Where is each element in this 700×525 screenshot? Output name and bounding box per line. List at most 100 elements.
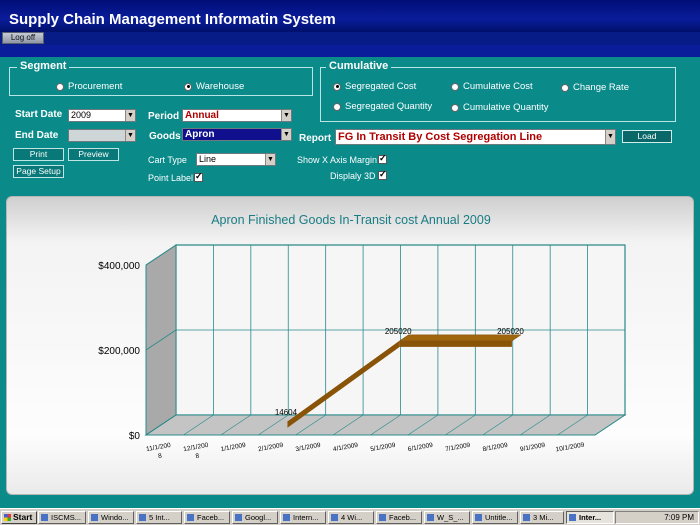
- display-3d-checkbox[interactable]: [378, 169, 387, 180]
- page-setup-button[interactable]: Page Setup: [13, 165, 64, 178]
- segment-legend: Segment: [17, 60, 70, 72]
- goods-select[interactable]: Apron ▼: [182, 128, 292, 141]
- x-tick-label: 4/1/2009: [332, 442, 359, 453]
- radio-label: Segregated Quantity: [345, 101, 433, 112]
- chart-x-tick-labels: 11/1/2008 12/1/2008 1/1/2009 2/1/2009 3/1/20…: [146, 441, 586, 461]
- cart-type-select[interactable]: Line ▼: [196, 153, 276, 166]
- radio-cumulative-cost[interactable]: Cumulative Cost: [451, 81, 533, 92]
- data-label: 14604: [275, 408, 298, 417]
- report-label: Report: [299, 133, 332, 144]
- start-date-select[interactable]: 2009 ▼: [68, 109, 136, 122]
- x-tick-label: 7/1/2009: [445, 442, 472, 453]
- x-tick-label-line: 9/1/2009: [520, 442, 547, 453]
- radio-change-rate[interactable]: Change Rate: [561, 82, 629, 93]
- controls-panel: Segment Procurement Warehouse Cumulative…: [0, 57, 700, 188]
- x-tick-label: 12/1/2008: [183, 442, 210, 461]
- radio-procurement[interactable]: Procurement: [56, 81, 122, 92]
- radio-segregated-cost[interactable]: Segregated Cost: [333, 81, 416, 92]
- x-tick-label: 6/1/2009: [407, 442, 434, 453]
- radio-label: Cumulative Cost: [463, 81, 533, 92]
- radio-warehouse[interactable]: Warehouse: [184, 81, 244, 92]
- taskbar-item[interactable]: 4 Wi...: [328, 511, 374, 524]
- display-3d-label: Displaly 3D: [330, 171, 376, 181]
- y-tick-label: $200,000: [98, 346, 140, 357]
- taskbar-item[interactable]: ISCMS...: [38, 511, 86, 524]
- x-tick-label-line: 8: [195, 453, 200, 461]
- chevron-down-icon[interactable]: ▼: [265, 154, 275, 165]
- start-button[interactable]: Start: [1, 511, 37, 524]
- radio-label: Change Rate: [573, 82, 629, 93]
- x-tick-label: 10/1/2009: [555, 441, 585, 453]
- x-tick-label-line: 1/1/2009: [220, 442, 247, 453]
- radio-dot: [56, 82, 64, 91]
- chart-panel: Apron Finished Goods In-Transit cost Ann…: [6, 196, 694, 495]
- x-tick-label: 3/1/2009: [295, 442, 322, 453]
- system-tray: 7:09 PM: [615, 511, 699, 524]
- title-bar: Supply Chain Management Informatin Syste…: [0, 0, 700, 32]
- header-strip: [0, 45, 700, 57]
- y-tick-label: $400,000: [98, 261, 140, 272]
- radio-dot: [333, 102, 341, 111]
- period-value: Annual: [185, 110, 219, 121]
- taskbar-item[interactable]: W_S_...: [424, 511, 470, 524]
- taskbar-item[interactable]: 5 Int...: [136, 511, 182, 524]
- cart-type-value: Line: [199, 154, 217, 164]
- taskbar: Start ISCMS... Windo... 5 Int... Faceb... Go…: [0, 508, 700, 525]
- x-tick-label: 9/1/2009: [520, 442, 547, 453]
- x-tick-label-line: 3/1/2009: [295, 442, 322, 453]
- y-tick-label: $0: [129, 431, 141, 442]
- chevron-down-icon[interactable]: ▼: [125, 130, 135, 141]
- x-tick-label-line: 4/1/2009: [332, 442, 359, 453]
- taskbar-item[interactable]: Inter...: [566, 511, 614, 524]
- chevron-down-icon[interactable]: ▼: [605, 130, 615, 144]
- radio-label: Procurement: [68, 81, 123, 92]
- taskbar-item[interactable]: Googl...: [232, 511, 278, 524]
- x-tick-label-line: 5/1/2009: [370, 442, 397, 453]
- x-tick-label-line: 2/1/2009: [258, 442, 285, 453]
- report-select[interactable]: FG In Transit By Cost Segregation Line ▼: [335, 129, 616, 145]
- chart-title: Apron Finished Goods In-Transit cost Ann…: [211, 213, 491, 227]
- x-tick-label-line: 8: [158, 453, 163, 461]
- taskbar-item[interactable]: Faceb...: [184, 511, 230, 524]
- point-label-checkbox[interactable]: [194, 171, 203, 182]
- radio-label: Cumulative Quantity: [463, 102, 549, 113]
- taskbar-item[interactable]: Intern...: [280, 511, 326, 524]
- start-date-value: 2009: [71, 110, 92, 120]
- goods-label: Goods: [149, 131, 181, 142]
- radio-cumulative-quantity[interactable]: Cumulative Quantity: [451, 102, 549, 113]
- chevron-down-icon[interactable]: ▼: [125, 110, 135, 121]
- app-title: Supply Chain Management Informatin Syste…: [9, 11, 336, 28]
- x-tick-label-line: 6/1/2009: [407, 442, 434, 453]
- end-date-label: End Date: [15, 130, 59, 141]
- chevron-down-icon[interactable]: ▼: [281, 129, 291, 140]
- logoff-button[interactable]: Log off: [2, 32, 44, 44]
- point-label-text: Point Label: [148, 173, 194, 183]
- radio-label: Warehouse: [196, 81, 245, 92]
- radio-dot-selected: [184, 82, 192, 91]
- goods-value: Apron: [185, 129, 215, 140]
- taskbar-item[interactable]: Faceb...: [376, 511, 422, 524]
- radio-dot: [451, 82, 459, 91]
- load-button[interactable]: Load: [622, 130, 672, 143]
- preview-button[interactable]: Preview: [68, 148, 119, 161]
- radio-segregated-quantity[interactable]: Segregated Quantity: [333, 101, 432, 112]
- start-date-label: Start Date: [15, 109, 63, 120]
- segment-group: Segment: [9, 60, 313, 96]
- taskbar-item[interactable]: 3 Mi...: [520, 511, 564, 524]
- radio-label: Segregated Cost: [345, 81, 417, 92]
- line-chart-3d: Apron Finished Goods In-Transit cost Ann…: [98, 213, 627, 461]
- show-x-margin-checkbox[interactable]: [378, 153, 387, 164]
- data-label: 205020: [385, 327, 412, 336]
- x-tick-label: 2/1/2009: [258, 442, 285, 453]
- x-tick-label: 8/1/2009: [482, 442, 509, 453]
- taskbar-item[interactable]: Untitle...: [472, 511, 518, 524]
- end-date-select[interactable]: ▼: [68, 129, 136, 142]
- x-tick-label: 1/1/2009: [220, 442, 247, 453]
- taskbar-item[interactable]: Windo...: [88, 511, 134, 524]
- print-button[interactable]: Print: [13, 148, 64, 161]
- show-x-margin-label: Show X Axis Margin: [297, 155, 378, 165]
- period-select[interactable]: Annual ▼: [182, 109, 292, 122]
- x-tick-label: 5/1/2009: [370, 442, 397, 453]
- chevron-down-icon[interactable]: ▼: [281, 110, 291, 121]
- x-tick-label: 11/1/2008: [146, 442, 172, 461]
